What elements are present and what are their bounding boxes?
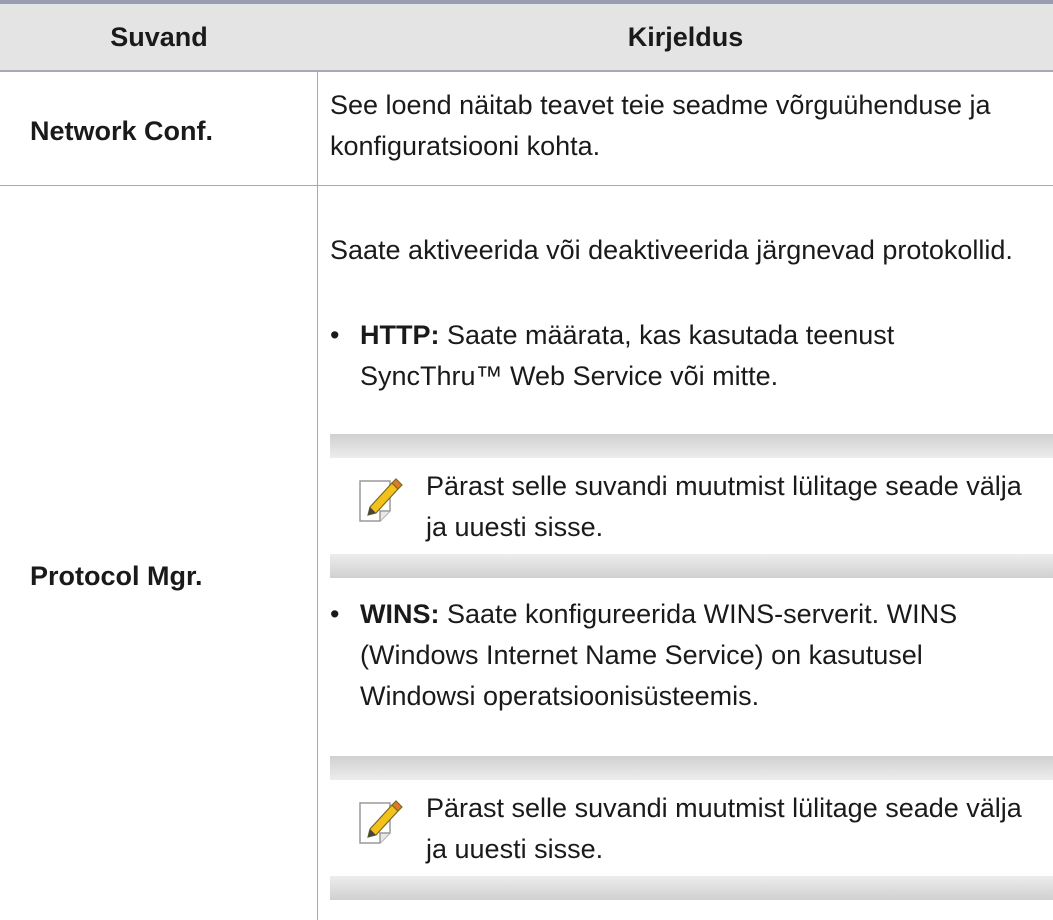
note-band-top — [330, 434, 1053, 458]
table-row: Network Conf. See loend näitab teavet te… — [0, 72, 1053, 186]
note-pencil-icon — [356, 475, 404, 525]
list-item-body: Saate konfigureerida WINS-serverit. WINS… — [360, 599, 958, 711]
list-item-term: WINS: — [360, 599, 440, 629]
row-option-network-conf: Network Conf. — [30, 116, 214, 146]
note-box: Pärast selle suvandi muutmist lülitage s… — [330, 756, 1053, 900]
bullet-dot: • — [330, 320, 340, 350]
note-pencil-icon — [356, 797, 404, 847]
row-intro: Saate aktiveerida või deaktiveerida järg… — [330, 235, 1013, 265]
note-band-top — [330, 756, 1053, 780]
bullet-dot: • — [330, 599, 340, 629]
note-text: Pärast selle suvandi muutmist lülitage s… — [426, 471, 1022, 542]
note-band-bottom — [330, 876, 1053, 900]
table-row: Protocol Mgr. Saate aktiveerida või deak… — [0, 186, 1053, 920]
table-header-row: Suvand Kirjeldus — [0, 4, 1053, 72]
list-item-body: Saate määrata, kas kasutada teenust Sync… — [360, 320, 895, 391]
list-item-http: • HTTP: Saate määrata, kas kasutada teen… — [330, 315, 1030, 405]
list-item-text: HTTP: Saate määrata, kas kasutada teenus… — [360, 315, 1020, 397]
note-band-bottom — [330, 554, 1053, 578]
list-item-text: WINS: Saate konfigureerida WINS-serverit… — [360, 594, 1020, 717]
row-option-protocol-mgr: Protocol Mgr. — [30, 561, 203, 591]
row-description: See loend näitab teavet teie seadme võrg… — [330, 90, 991, 161]
header-option: Suvand — [110, 21, 208, 52]
list-item-term: HTTP: — [360, 320, 440, 350]
header-description: Kirjeldus — [627, 21, 744, 52]
list-item-wins: • WINS: Saate konfigureerida WINS-server… — [330, 594, 1030, 718]
note-box: Pärast selle suvandi muutmist lülitage s… — [330, 434, 1053, 578]
note-text: Pärast selle suvandi muutmist lülitage s… — [426, 793, 1022, 864]
